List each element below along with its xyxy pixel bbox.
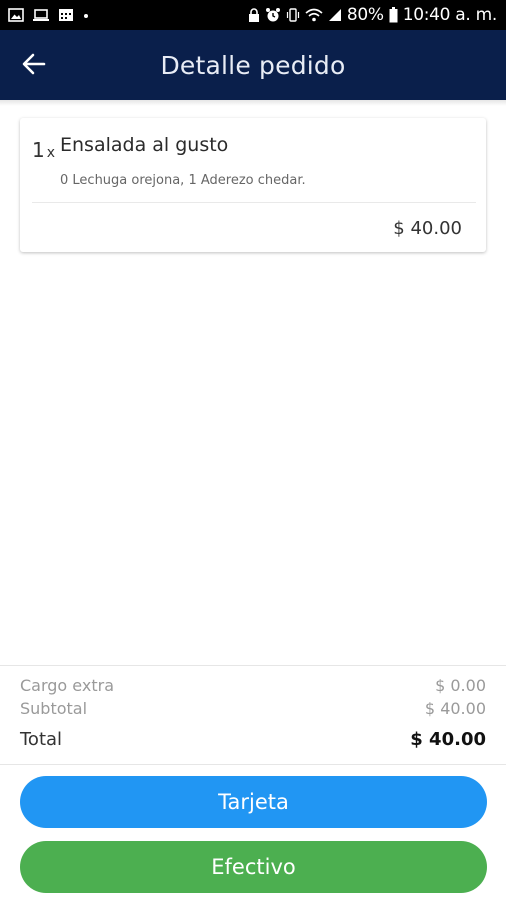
vibrate-icon bbox=[286, 7, 300, 23]
pay-cash-label: Efectivo bbox=[211, 855, 296, 879]
battery-icon bbox=[389, 7, 398, 23]
item-description: 0 Lechuga orejona, 1 Aderezo chedar. bbox=[60, 173, 306, 188]
lock-icon bbox=[248, 7, 260, 23]
total-value: $ 40.00 bbox=[410, 729, 486, 750]
signal-icon bbox=[328, 8, 342, 22]
item-name: Ensalada al gusto bbox=[60, 134, 229, 156]
pay-card-button[interactable]: Tarjeta bbox=[20, 776, 487, 828]
status-bar-right: 80% 10:40 a. m. bbox=[248, 5, 506, 25]
item-price: $ 40.00 bbox=[393, 218, 462, 239]
total-label: Total bbox=[20, 729, 63, 750]
extra-charge-value: $ 0.00 bbox=[435, 676, 486, 695]
alarm-icon bbox=[265, 7, 281, 23]
image-icon bbox=[8, 8, 24, 22]
quantity-suffix: x bbox=[46, 145, 56, 161]
total-row: Total $ 40.00 bbox=[20, 729, 486, 750]
header-shadow bbox=[0, 100, 506, 106]
quantity-number: 1 bbox=[32, 138, 45, 162]
wifi-icon bbox=[305, 8, 323, 22]
dot-icon bbox=[82, 8, 90, 22]
pay-cash-button[interactable]: Efectivo bbox=[20, 841, 487, 893]
subtotal-value: $ 40.00 bbox=[424, 699, 486, 718]
page-title: Detalle pedido bbox=[160, 51, 346, 80]
laptop-icon bbox=[32, 8, 50, 22]
calendar-icon bbox=[58, 8, 74, 22]
status-bar-left bbox=[0, 8, 90, 22]
subtotal-row: Subtotal $ 40.00 bbox=[20, 699, 486, 718]
status-time: 10:40 a. m. bbox=[402, 5, 498, 25]
summary-divider-bottom bbox=[0, 764, 506, 765]
card-divider bbox=[32, 202, 476, 203]
pay-card-label: Tarjeta bbox=[218, 790, 289, 814]
item-quantity: 1x bbox=[32, 138, 55, 162]
status-bar: 80% 10:40 a. m. bbox=[0, 0, 506, 30]
summary-divider-top bbox=[0, 665, 506, 666]
app-header: Detalle pedido bbox=[0, 30, 506, 100]
battery-percent: 80% bbox=[346, 5, 384, 25]
subtotal-label: Subtotal bbox=[20, 699, 88, 718]
order-item-card[interactable]: 1x Ensalada al gusto 0 Lechuga orejona, … bbox=[20, 118, 486, 252]
extra-charge-row: Cargo extra $ 0.00 bbox=[20, 676, 486, 695]
extra-charge-label: Cargo extra bbox=[20, 676, 114, 695]
